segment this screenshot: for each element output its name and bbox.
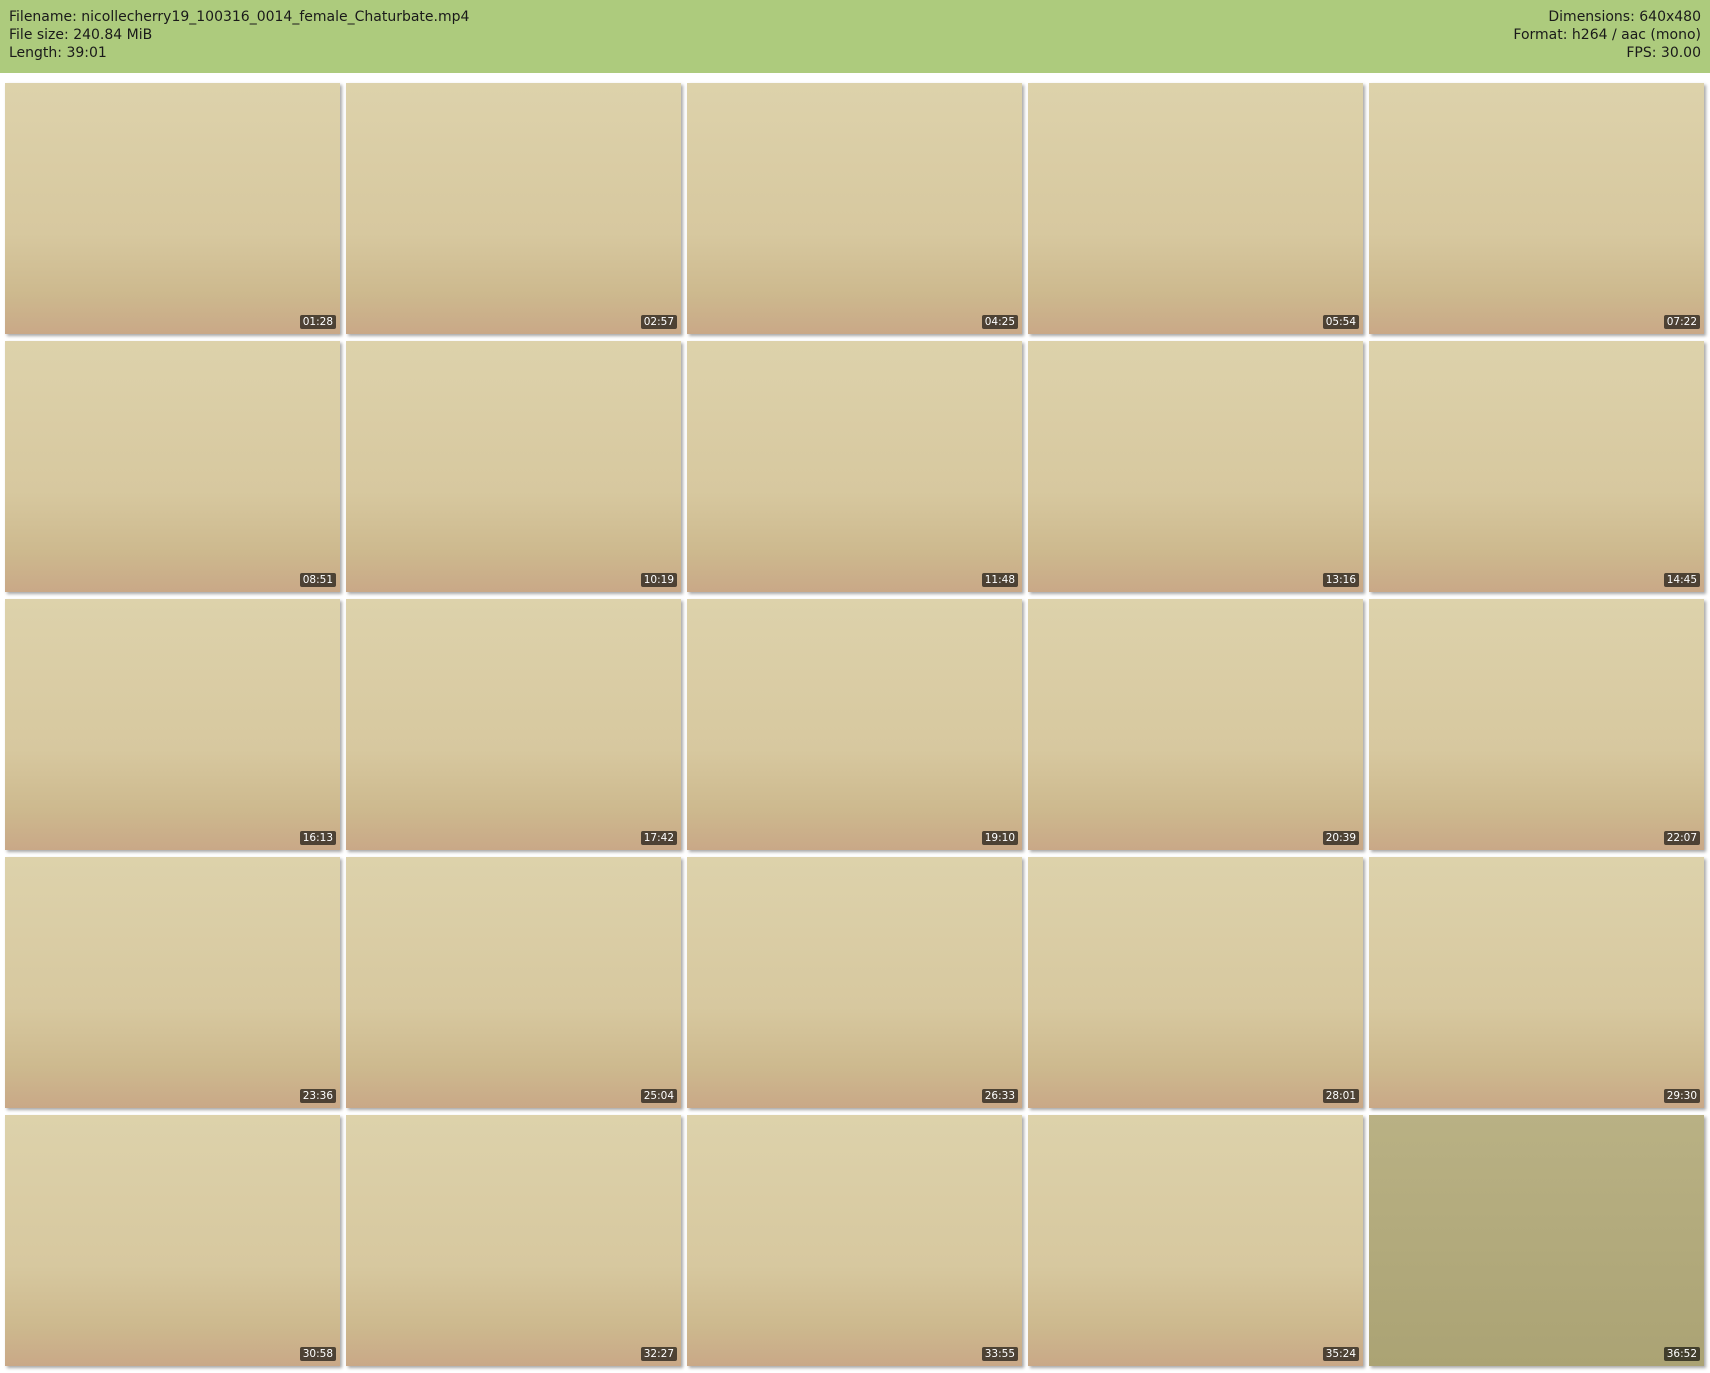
timestamp-label: 14:45 xyxy=(1663,573,1700,587)
timestamp-label: 26:33 xyxy=(981,1089,1018,1103)
timestamp-label: 02:57 xyxy=(640,315,677,329)
thumbnail-frame[interactable]: 35:24 xyxy=(1028,1115,1363,1366)
format-text: Format: h264 / aac (mono) xyxy=(1513,27,1701,43)
timestamp-label: 23:36 xyxy=(299,1089,336,1103)
length-text: Length: 39:01 xyxy=(9,45,107,61)
thumbnail-frame[interactable]: 16:13 xyxy=(5,599,340,850)
timestamp-label: 10:19 xyxy=(640,573,677,587)
thumbnail-frame[interactable]: 20:39 xyxy=(1028,599,1363,850)
thumbnail-frame[interactable]: 23:36 xyxy=(5,857,340,1108)
thumbnail-frame[interactable]: 33:55 xyxy=(687,1115,1022,1366)
thumbnail-frame[interactable]: 26:33 xyxy=(687,857,1022,1108)
thumbnail-frame[interactable]: 07:22 xyxy=(1369,83,1704,334)
timestamp-label: 25:04 xyxy=(640,1089,677,1103)
dimensions-text: Dimensions: 640x480 xyxy=(1548,9,1701,25)
timestamp-label: 28:01 xyxy=(1322,1089,1359,1103)
timestamp-label: 32:27 xyxy=(640,1347,677,1361)
file-info-left: Filename: nicollecherry19_100316_0014_fe… xyxy=(9,8,469,62)
fps-text: FPS: 30.00 xyxy=(1626,45,1701,61)
thumbnail-frame[interactable]: 02:57 xyxy=(346,83,681,334)
timestamp-label: 19:10 xyxy=(981,831,1018,845)
thumbnail-frame[interactable]: 14:45 xyxy=(1369,341,1704,592)
timestamp-label: 13:16 xyxy=(1322,573,1359,587)
thumbnail-frame[interactable]: 19:10 xyxy=(687,599,1022,850)
timestamp-label: 05:54 xyxy=(1322,315,1359,329)
timestamp-label: 33:55 xyxy=(981,1347,1018,1361)
thumbnail-frame[interactable]: 04:25 xyxy=(687,83,1022,334)
file-size-text: File size: 240.84 MiB xyxy=(9,27,153,43)
thumbnail-grid: 01:28 02:57 04:25 05:54 07:22 08:51 10:1… xyxy=(5,83,1704,1366)
timestamp-label: 11:48 xyxy=(981,573,1018,587)
thumbnail-frame[interactable]: 28:01 xyxy=(1028,857,1363,1108)
timestamp-label: 30:58 xyxy=(299,1347,336,1361)
thumbnail-frame[interactable]: 01:28 xyxy=(5,83,340,334)
thumbnail-frame[interactable]: 32:27 xyxy=(346,1115,681,1366)
file-info-header: Filename: nicollecherry19_100316_0014_fe… xyxy=(0,0,1710,73)
file-info-right: Dimensions: 640x480 Format: h264 / aac (… xyxy=(1513,8,1701,62)
timestamp-label: 35:24 xyxy=(1322,1347,1359,1361)
thumbnail-frame[interactable]: 36:52 xyxy=(1369,1115,1704,1366)
thumbnail-frame[interactable]: 25:04 xyxy=(346,857,681,1108)
timestamp-label: 08:51 xyxy=(299,573,336,587)
timestamp-label: 36:52 xyxy=(1663,1347,1700,1361)
thumbnail-frame[interactable]: 22:07 xyxy=(1369,599,1704,850)
timestamp-label: 16:13 xyxy=(299,831,336,845)
timestamp-label: 01:28 xyxy=(299,315,336,329)
thumbnail-frame[interactable]: 13:16 xyxy=(1028,341,1363,592)
filename-text: Filename: nicollecherry19_100316_0014_fe… xyxy=(9,9,470,25)
timestamp-label: 22:07 xyxy=(1663,831,1700,845)
thumbnail-frame[interactable]: 30:58 xyxy=(5,1115,340,1366)
thumbnail-frame[interactable]: 11:48 xyxy=(687,341,1022,592)
thumbnail-frame[interactable]: 17:42 xyxy=(346,599,681,850)
thumbnail-frame[interactable]: 29:30 xyxy=(1369,857,1704,1108)
thumbnail-frame[interactable]: 08:51 xyxy=(5,341,340,592)
thumbnail-frame[interactable]: 10:19 xyxy=(346,341,681,592)
thumbnail-frame[interactable]: 05:54 xyxy=(1028,83,1363,334)
timestamp-label: 17:42 xyxy=(640,831,677,845)
timestamp-label: 04:25 xyxy=(981,315,1018,329)
timestamp-label: 07:22 xyxy=(1663,315,1700,329)
timestamp-label: 29:30 xyxy=(1663,1089,1700,1103)
timestamp-label: 20:39 xyxy=(1322,831,1359,845)
